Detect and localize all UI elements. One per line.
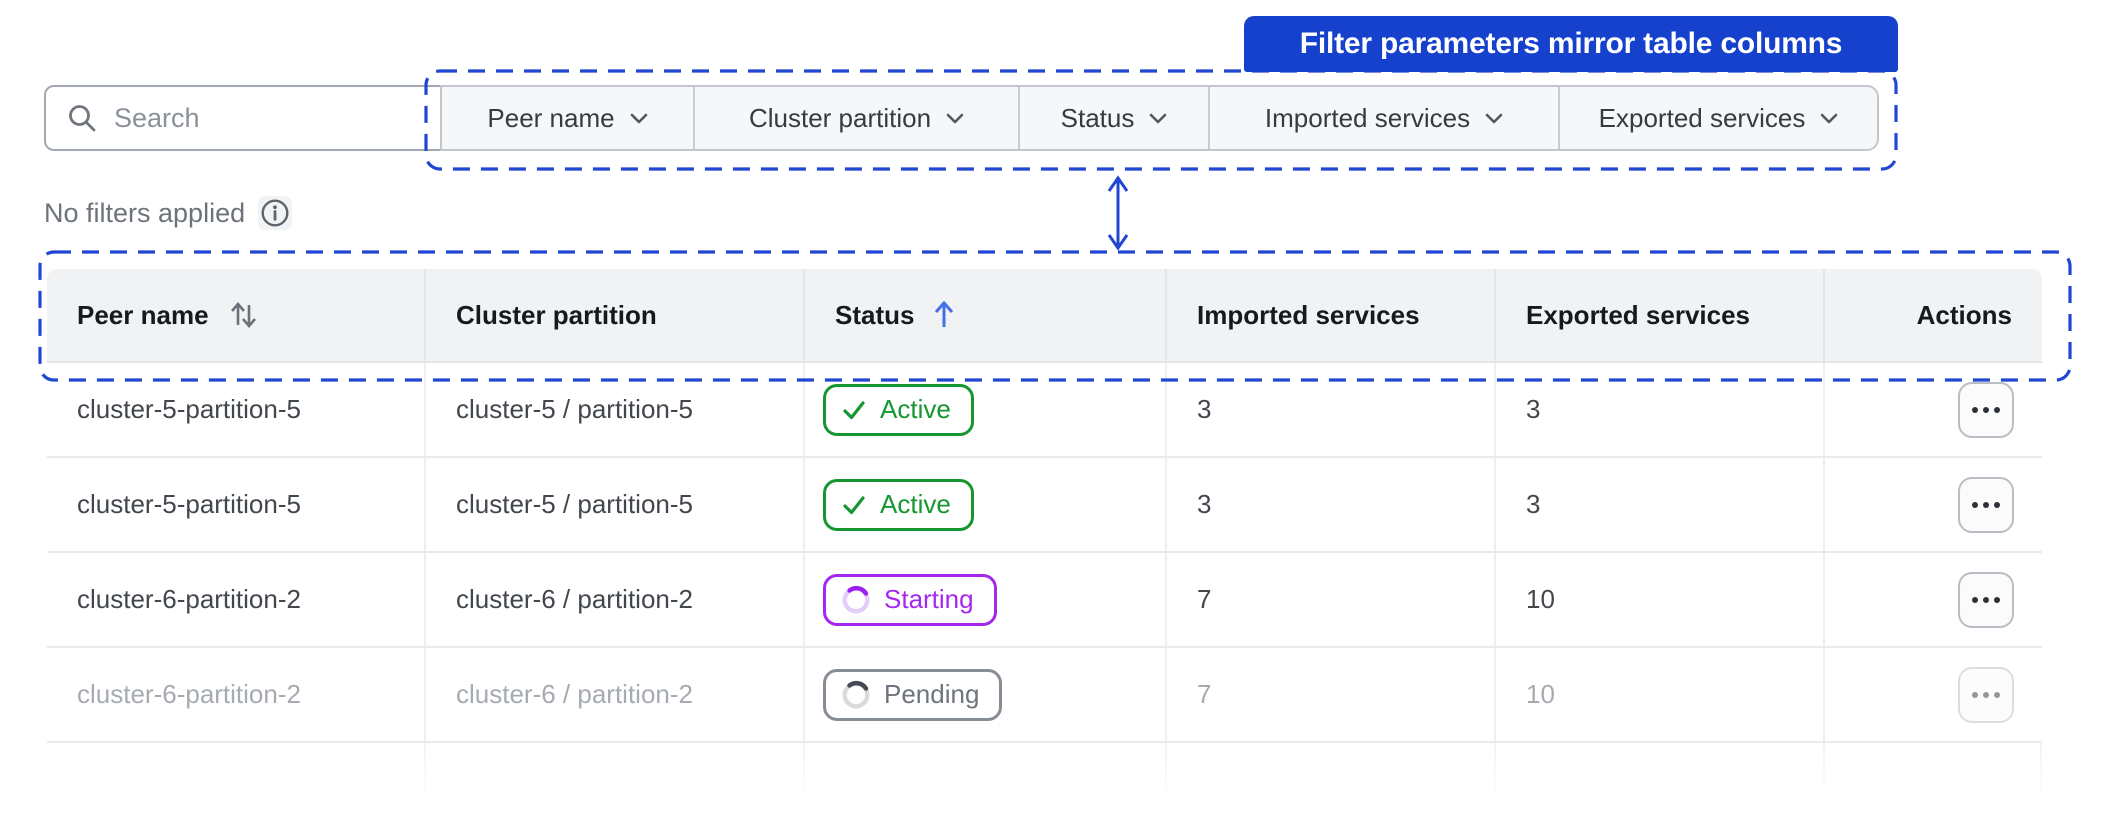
chevron-down-icon (946, 113, 964, 123)
table-header-row: Peer name Cluster partition Status Impor… (47, 269, 2042, 363)
column-header-actions: Actions (1916, 299, 2012, 330)
cell-actions (1825, 363, 2042, 456)
search-input[interactable]: Search (44, 85, 440, 151)
status-badge: Active (823, 478, 974, 531)
table-row: cluster-6-partition-2 cluster-6 / partit… (47, 648, 2042, 743)
cell-status: Starting (805, 553, 1167, 646)
table-body: cluster-5-partition-5 cluster-5 / partit… (47, 363, 2042, 743)
info-circle-icon[interactable] (258, 196, 293, 230)
column-header-imported-services[interactable]: Imported services (1167, 269, 1496, 361)
cell-cluster-partition: cluster-5 / partition-5 (426, 458, 805, 551)
cell-cluster-partition: cluster-6 / partition-2 (426, 553, 805, 646)
cell-exported-services: 10 (1496, 648, 1825, 741)
ellipsis-icon (1972, 596, 1978, 603)
spinner-icon (840, 584, 872, 616)
row-actions-button[interactable] (1958, 666, 2014, 723)
cell-actions (1825, 648, 2042, 741)
cell-actions (1825, 553, 2042, 646)
cell-peer-name: cluster-5-partition-5 (47, 458, 426, 551)
column-header-status[interactable]: Status (805, 269, 1167, 361)
filters-status: No filters applied (44, 196, 293, 230)
cell-peer-name: cluster-5-partition-5 (47, 363, 426, 456)
cell-imported-services: 3 (1167, 363, 1496, 456)
cell-peer-name: cluster-6-partition-2 (47, 553, 426, 646)
chevron-down-icon (1485, 113, 1503, 123)
spinner-icon (840, 679, 872, 711)
filter-dropdown-status[interactable]: Status (1020, 87, 1210, 149)
ellipsis-icon (1972, 691, 1978, 698)
filter-dropdown-group: Peer name Cluster partition Status Imported… (440, 85, 1879, 151)
row-actions-button[interactable] (1958, 571, 2014, 628)
row-actions-button[interactable] (1958, 381, 2014, 438)
table-row: cluster-6-partition-2 cluster-6 / partit… (47, 553, 2042, 648)
filter-dropdown-exported-services[interactable]: Exported services (1560, 87, 1877, 149)
callout-banner: Filter parameters mirror table columns (1244, 16, 1898, 72)
cell-peer-name: cluster-6-partition-2 (47, 648, 426, 741)
double-headed-arrow-icon (1107, 175, 1129, 251)
filter-dropdown-cluster-partition[interactable]: Cluster partition (695, 87, 1020, 149)
cell-exported-services: 3 (1496, 458, 1825, 551)
magnifier-icon (69, 105, 96, 132)
filters-status-text: No filters applied (44, 197, 246, 228)
sort-ascending-icon[interactable] (932, 299, 956, 331)
table-row-partial (47, 743, 2042, 809)
column-header-peer-name[interactable]: Peer name (47, 269, 426, 361)
filter-dropdown-peer-name[interactable]: Peer name (442, 87, 695, 149)
check-icon (840, 491, 868, 519)
cell-exported-services: 3 (1496, 363, 1825, 456)
column-header-cluster-partition[interactable]: Cluster partition (426, 269, 805, 361)
column-header-exported-services[interactable]: Exported services (1496, 269, 1825, 361)
chevron-down-icon (1150, 113, 1167, 123)
row-actions-button[interactable] (1958, 476, 2014, 533)
cell-imported-services: 7 (1167, 553, 1496, 646)
sort-both-icon[interactable] (227, 298, 259, 332)
peers-table: Peer name Cluster partition Status Impor… (47, 269, 2042, 809)
cell-cluster-partition: cluster-5 / partition-5 (426, 363, 805, 456)
status-badge: Active (823, 383, 974, 436)
filter-dropdown-imported-services[interactable]: Imported services (1210, 87, 1560, 149)
table-row: cluster-5-partition-5 cluster-5 / partit… (47, 458, 2042, 553)
ellipsis-icon (1972, 406, 1978, 413)
cell-exported-services: 10 (1496, 553, 1825, 646)
cell-imported-services: 3 (1167, 458, 1496, 551)
cell-status: Active (805, 363, 1167, 456)
cell-status: Pending (805, 648, 1167, 741)
table-row: cluster-5-partition-5 cluster-5 / partit… (47, 363, 2042, 458)
status-badge: Starting (823, 573, 997, 626)
check-icon (840, 396, 868, 424)
chevron-down-icon (1821, 113, 1838, 123)
cell-status: Active (805, 458, 1167, 551)
peers-table-annotated-screenshot: Filter parameters mirror table columns S… (0, 0, 2118, 816)
cell-actions (1825, 458, 2042, 551)
cell-cluster-partition: cluster-6 / partition-2 (426, 648, 805, 741)
status-badge: Pending (823, 668, 1003, 721)
ellipsis-icon (1972, 501, 1978, 508)
chevron-down-icon (630, 113, 647, 123)
search-placeholder: Search (114, 102, 200, 133)
cell-imported-services: 7 (1167, 648, 1496, 741)
